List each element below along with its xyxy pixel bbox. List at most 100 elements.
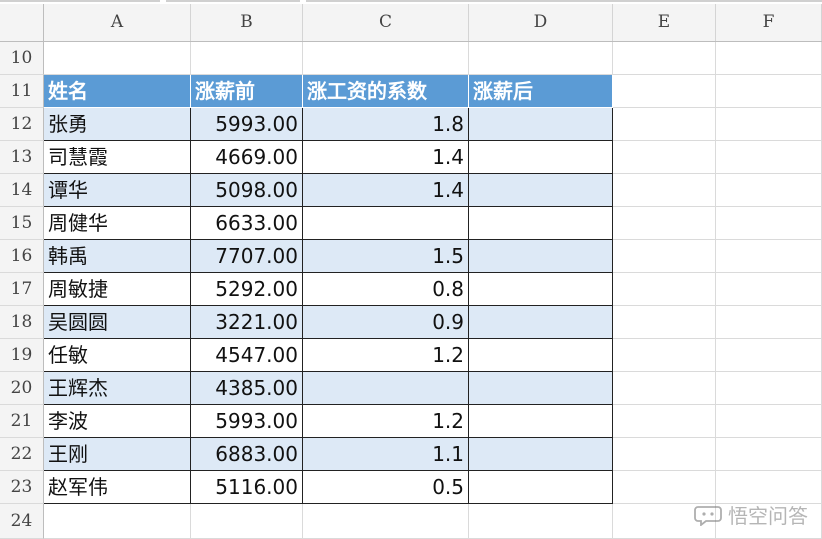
table-cell[interactable] (303, 372, 469, 405)
row-header[interactable]: 15 (0, 207, 44, 240)
table-header-cell[interactable]: 涨工资的系数 (303, 75, 469, 108)
empty-cell[interactable] (613, 75, 716, 108)
table-cell[interactable] (469, 207, 613, 240)
empty-cell[interactable] (303, 504, 469, 539)
empty-cell[interactable] (716, 174, 822, 207)
table-cell[interactable]: 7707.00 (191, 240, 303, 273)
empty-cell[interactable] (613, 405, 716, 438)
table-cell[interactable]: 3221.00 (191, 306, 303, 339)
table-header-cell[interactable]: 涨薪前 (191, 75, 303, 108)
row-header[interactable]: 13 (0, 141, 44, 174)
table-cell[interactable]: 赵军伟 (44, 471, 191, 504)
table-cell[interactable]: 吴圆圆 (44, 306, 191, 339)
row-header[interactable]: 23 (0, 471, 44, 504)
table-cell[interactable] (469, 141, 613, 174)
row-header[interactable]: 11 (0, 75, 44, 108)
select-all-corner[interactable] (0, 4, 44, 41)
table-cell[interactable]: 任敏 (44, 339, 191, 372)
table-cell[interactable]: 司慧霞 (44, 141, 191, 174)
table-cell[interactable]: 5292.00 (191, 273, 303, 306)
column-header-b[interactable]: B (191, 4, 303, 41)
table-cell[interactable]: 1.8 (303, 108, 469, 141)
table-cell[interactable] (469, 240, 613, 273)
column-header-e[interactable]: E (613, 4, 716, 41)
table-cell[interactable]: 0.9 (303, 306, 469, 339)
table-cell[interactable] (469, 438, 613, 471)
empty-cell[interactable] (613, 273, 716, 306)
column-header-f[interactable]: F (716, 4, 822, 41)
empty-cell[interactable] (716, 240, 822, 273)
row-header[interactable]: 20 (0, 372, 44, 405)
table-cell[interactable]: 4385.00 (191, 372, 303, 405)
empty-cell[interactable] (191, 42, 303, 75)
table-cell[interactable] (469, 306, 613, 339)
row-header[interactable]: 19 (0, 339, 44, 372)
column-header-c[interactable]: C (303, 4, 469, 41)
empty-cell[interactable] (716, 273, 822, 306)
empty-cell[interactable] (613, 174, 716, 207)
row-header[interactable]: 22 (0, 438, 44, 471)
table-cell[interactable]: 1.4 (303, 174, 469, 207)
empty-cell[interactable] (716, 405, 822, 438)
empty-cell[interactable] (44, 504, 191, 539)
table-cell[interactable]: 1.2 (303, 405, 469, 438)
table-cell[interactable]: 周健华 (44, 207, 191, 240)
table-cell[interactable] (469, 471, 613, 504)
table-cell[interactable] (469, 339, 613, 372)
empty-cell[interactable] (716, 438, 822, 471)
empty-cell[interactable] (613, 339, 716, 372)
column-header-d[interactable]: D (469, 4, 613, 41)
row-header[interactable]: 24 (0, 504, 44, 539)
table-cell[interactable]: 谭华 (44, 174, 191, 207)
table-cell[interactable]: 1.2 (303, 339, 469, 372)
table-cell[interactable]: 张勇 (44, 108, 191, 141)
table-cell[interactable]: 5993.00 (191, 108, 303, 141)
empty-cell[interactable] (613, 207, 716, 240)
row-header[interactable]: 18 (0, 306, 44, 339)
table-cell[interactable]: 4547.00 (191, 339, 303, 372)
row-header[interactable]: 12 (0, 108, 44, 141)
empty-cell[interactable] (44, 42, 191, 75)
empty-cell[interactable] (613, 240, 716, 273)
table-cell[interactable] (469, 108, 613, 141)
row-header[interactable]: 16 (0, 240, 44, 273)
table-cell[interactable]: 李波 (44, 405, 191, 438)
table-cell[interactable] (469, 405, 613, 438)
table-cell[interactable]: 0.8 (303, 273, 469, 306)
row-header[interactable]: 21 (0, 405, 44, 438)
table-cell[interactable]: 1.4 (303, 141, 469, 174)
table-header-cell[interactable]: 涨薪后 (469, 75, 613, 108)
empty-cell[interactable] (613, 372, 716, 405)
empty-cell[interactable] (716, 306, 822, 339)
empty-cell[interactable] (716, 75, 822, 108)
empty-cell[interactable] (716, 108, 822, 141)
table-cell[interactable]: 周敏捷 (44, 273, 191, 306)
table-cell[interactable]: 韩禹 (44, 240, 191, 273)
table-cell[interactable] (303, 207, 469, 240)
empty-cell[interactable] (303, 42, 469, 75)
table-cell[interactable]: 1.5 (303, 240, 469, 273)
row-header[interactable]: 17 (0, 273, 44, 306)
empty-cell[interactable] (716, 141, 822, 174)
table-cell[interactable] (469, 174, 613, 207)
table-cell[interactable]: 王辉杰 (44, 372, 191, 405)
row-header[interactable]: 14 (0, 174, 44, 207)
table-cell[interactable]: 1.1 (303, 438, 469, 471)
table-cell[interactable]: 5098.00 (191, 174, 303, 207)
empty-cell[interactable] (613, 108, 716, 141)
table-cell[interactable]: 0.5 (303, 471, 469, 504)
table-cell[interactable]: 王刚 (44, 438, 191, 471)
empty-cell[interactable] (613, 42, 716, 75)
table-header-cell[interactable]: 姓名 (44, 75, 191, 108)
empty-cell[interactable] (716, 372, 822, 405)
empty-cell[interactable] (191, 504, 303, 539)
empty-cell[interactable] (469, 504, 613, 539)
empty-cell[interactable] (716, 339, 822, 372)
table-cell[interactable]: 5993.00 (191, 405, 303, 438)
table-cell[interactable]: 6633.00 (191, 207, 303, 240)
table-cell[interactable] (469, 273, 613, 306)
table-cell[interactable]: 6883.00 (191, 438, 303, 471)
empty-cell[interactable] (716, 207, 822, 240)
table-cell[interactable] (469, 372, 613, 405)
empty-cell[interactable] (613, 438, 716, 471)
